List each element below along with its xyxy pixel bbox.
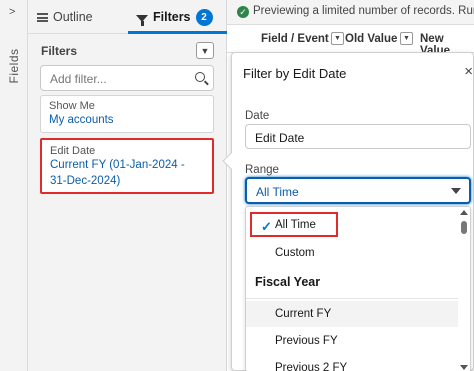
menu-divider (246, 298, 460, 299)
filter-count-badge: 2 (195, 8, 213, 26)
chevron-down-icon (451, 188, 461, 194)
filter-card-edit-date[interactable]: Edit Date Current FY (01-Jan-2024 - 31-D… (40, 138, 214, 194)
menu-scrollbar[interactable] (458, 207, 470, 371)
popover-title: Filter by Edit Date (243, 66, 347, 81)
menu-option-label: Previous FY (275, 335, 338, 347)
active-tab-indicator (128, 31, 227, 34)
menu-option-label: Current FY (275, 308, 332, 320)
date-select-value: Edit Date (255, 131, 305, 145)
scroll-down-icon[interactable] (460, 365, 468, 370)
funnel-icon (136, 14, 148, 26)
check-icon: ✓ (261, 219, 272, 234)
filter-card-value: My accounts (49, 114, 114, 126)
add-filter-placeholder: Add filter... (50, 72, 107, 86)
tab-filters-label: Filters (153, 10, 191, 24)
success-check-icon: ✓ (237, 6, 249, 18)
menu-option-previous-2-fy[interactable]: Previous 2 FY (246, 355, 460, 371)
filter-popover: Filter by Edit Date × Date Edit Date Ran… (222, 52, 474, 371)
column-header-field-event[interactable]: Field / Event (261, 33, 329, 45)
menu-option-label: Previous 2 FY (275, 362, 348, 371)
range-select[interactable]: All Time (245, 177, 471, 204)
fields-label[interactable]: Fields (7, 48, 21, 83)
panel-tabs: Outline Filters 2 (28, 0, 227, 34)
menu-option-previous-fy[interactable]: Previous FY (246, 328, 460, 354)
column-header-old-value[interactable]: Old Value (345, 33, 397, 45)
filters-panel: Outline Filters 2 Filters ▼ Add filter..… (28, 0, 227, 371)
preview-banner: ✓ Previewing a limited number of records.… (227, 0, 474, 25)
tab-outline-label: Outline (53, 10, 93, 24)
group-heading-fiscal-year: Fiscal Year (255, 275, 321, 289)
tab-outline[interactable]: Outline (37, 0, 93, 34)
chevron-down-icon: ▼ (200, 45, 210, 56)
outline-icon (37, 12, 48, 22)
menu-option-label: Custom (275, 247, 315, 259)
add-filter-input[interactable]: Add filter... (40, 65, 214, 91)
tab-filters[interactable]: Filters 2 (136, 0, 213, 34)
fields-strip[interactable]: > Fields (0, 0, 28, 371)
filters-menu-button[interactable]: ▼ (196, 42, 214, 59)
menu-option-custom[interactable]: Custom (246, 240, 460, 266)
search-icon (195, 72, 205, 82)
column-menu-button[interactable]: ▼ (400, 32, 413, 45)
range-select-value: All Time (256, 185, 299, 199)
chevron-right-icon[interactable]: > (9, 6, 15, 18)
filters-heading: Filters (41, 44, 78, 58)
menu-option-label: All Time (275, 219, 316, 231)
filter-card-label: Edit Date (50, 145, 96, 157)
table-header: Field / Event ▼ Old Value ▼ New Value (227, 25, 474, 57)
range-dropdown-menu: ✓ All Time Custom Fiscal Year Current FY… (245, 206, 471, 371)
date-label: Date (245, 110, 270, 122)
banner-text: Previewing a limited number of records. … (253, 5, 474, 17)
column-menu-button[interactable]: ▼ (331, 32, 344, 45)
filter-card-value: Current FY (01-Jan-2024 - 31-Dec-2024) (50, 159, 185, 187)
close-icon[interactable]: × (464, 63, 473, 80)
scroll-up-icon[interactable] (460, 210, 468, 215)
date-select[interactable]: Edit Date (245, 124, 471, 149)
menu-option-current-fy[interactable]: Current FY (246, 301, 460, 327)
scroll-thumb[interactable] (461, 221, 467, 234)
filter-card-show-me[interactable]: Show Me My accounts (40, 95, 214, 133)
filter-card-label: Show Me (49, 100, 95, 112)
menu-option-all-time[interactable]: ✓ All Time (250, 212, 338, 237)
range-label: Range (245, 164, 279, 176)
